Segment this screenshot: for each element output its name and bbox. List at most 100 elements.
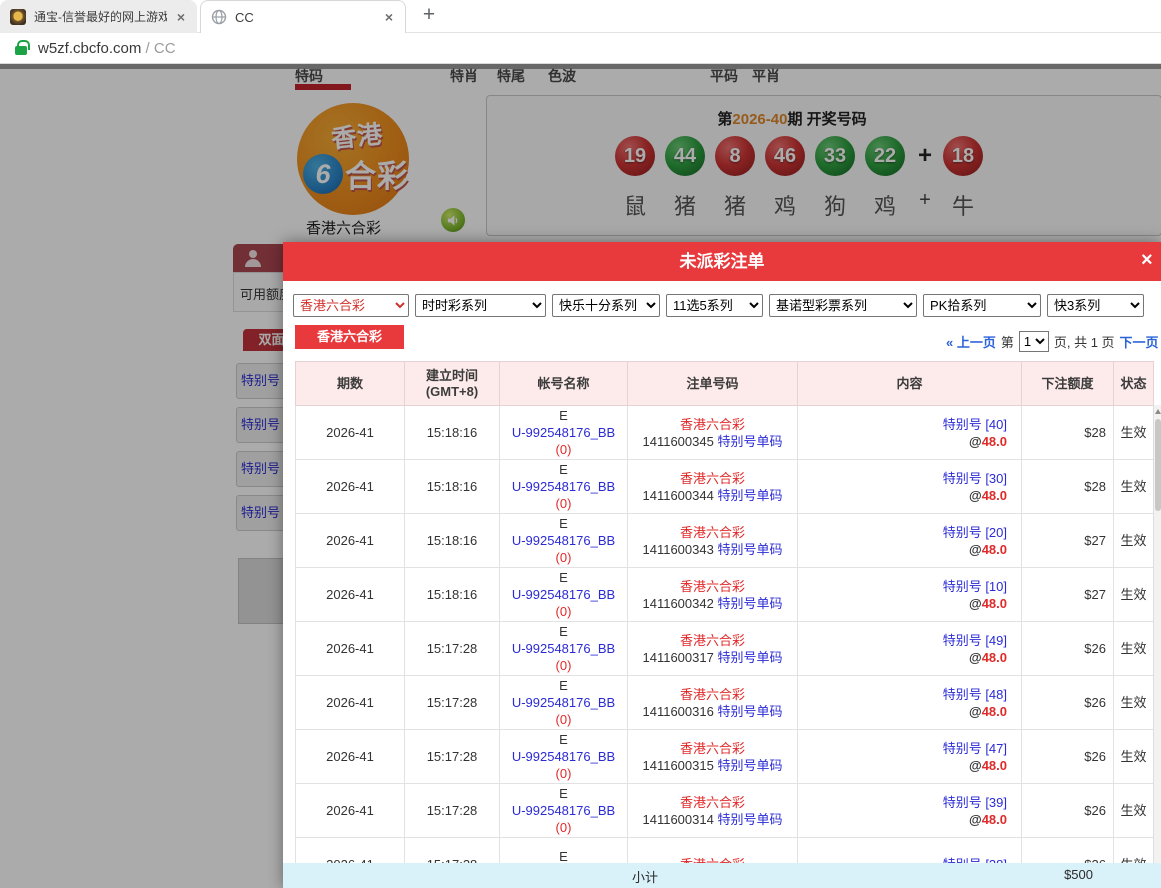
- account-prefix: E: [500, 848, 627, 865]
- table-header-row: 期数 建立时间 (GMT+8) 帐号名称 注单号码 内容 下注额度 状态: [296, 362, 1154, 406]
- account-link[interactable]: U-992548176_BB: [512, 749, 615, 764]
- unsettled-bets-modal: 未派彩注单 × 香港六合彩 时时彩系列 快乐十分系列 11选5系列 基诺型彩票系…: [283, 242, 1161, 888]
- cell-period: 2026-41: [296, 406, 405, 460]
- cell-time: 15:18:16: [405, 406, 500, 460]
- account-link[interactable]: U-992548176_BB: [512, 803, 615, 818]
- cell-period: 2026-41: [296, 460, 405, 514]
- odds-value: 48.0: [982, 704, 1007, 719]
- cell-status: 生效: [1114, 460, 1154, 514]
- cell-period: 2026-41: [296, 568, 405, 622]
- header-ticket: 注单号码: [628, 362, 798, 406]
- cell-status: 生效: [1114, 730, 1154, 784]
- modal-header: 未派彩注单 ×: [283, 242, 1161, 281]
- odds-at: @: [969, 542, 982, 557]
- account-prefix: E: [500, 785, 627, 802]
- table-scrollbar[interactable]: [1153, 405, 1161, 863]
- bet-detail-link[interactable]: 特别号 [10]: [943, 579, 1007, 594]
- bet-detail-link[interactable]: 特别号 [40]: [943, 417, 1007, 432]
- cell-status: 生效: [1114, 784, 1154, 838]
- odds-value: 48.0: [982, 812, 1007, 827]
- close-icon[interactable]: ×: [1141, 249, 1153, 272]
- ticket-number: 1411600314: [643, 812, 714, 827]
- cell-status: 生效: [1114, 514, 1154, 568]
- cell-amount: $26: [1022, 784, 1114, 838]
- scrollbar-thumb[interactable]: [1155, 419, 1161, 511]
- game-name: 香港六合彩: [628, 470, 797, 487]
- cell-account: E U-992548176_BB (0): [500, 460, 628, 514]
- bet-detail-link[interactable]: 特别号 [30]: [943, 471, 1007, 486]
- tab-close-icon[interactable]: ×: [383, 9, 395, 25]
- header-time: 建立时间 (GMT+8): [405, 362, 500, 406]
- account-prefix: E: [500, 461, 627, 478]
- account-link[interactable]: U-992548176_BB: [512, 533, 615, 548]
- game-name: 香港六合彩: [628, 632, 797, 649]
- odds-value: 48.0: [982, 434, 1007, 449]
- pagination: « 上一页 第 1 页, 共 1 页 下一页: [946, 331, 1159, 352]
- bet-detail-link[interactable]: 特别号 [20]: [943, 525, 1007, 540]
- game-series-select[interactable]: 快3系列: [1047, 294, 1144, 317]
- table-row: 2026-41 15:17:28 E U-992548176_BB (0) 香港…: [296, 784, 1154, 838]
- cell-ticket: 香港六合彩 1411600315 特别号单码: [628, 730, 798, 784]
- cell-ticket: 香港六合彩 1411600344 特别号单码: [628, 460, 798, 514]
- ticket-number: 1411600317: [643, 650, 714, 665]
- scrollbar-up-arrow-icon[interactable]: [1155, 409, 1161, 414]
- account-count: (0): [500, 657, 627, 674]
- table-row: 2026-41 15:18:16 E U-992548176_BB (0) 香港…: [296, 460, 1154, 514]
- ticket-type-link[interactable]: 特别号单码: [717, 488, 782, 503]
- game-name: 香港六合彩: [628, 686, 797, 703]
- ticket-number: 1411600316: [643, 704, 714, 719]
- address-bar[interactable]: w5zf.cbcfo.com / CC: [0, 34, 1161, 64]
- game-series-select[interactable]: 基诺型彩票系列: [769, 294, 917, 317]
- account-link[interactable]: U-992548176_BB: [512, 425, 615, 440]
- account-link[interactable]: U-992548176_BB: [512, 479, 615, 494]
- page-select[interactable]: 1: [1019, 331, 1049, 352]
- subtotal-amount: $500: [1007, 867, 1093, 882]
- ticket-type-link[interactable]: 特别号单码: [717, 434, 782, 449]
- ticket-type-link[interactable]: 特别号单码: [717, 758, 782, 773]
- account-count: (0): [500, 765, 627, 782]
- page-label-pre: 第: [1001, 332, 1014, 351]
- game-name: 香港六合彩: [628, 740, 797, 757]
- cell-content: 特别号 [39] @48.0: [798, 784, 1022, 838]
- bet-detail-link[interactable]: 特别号 [48]: [943, 687, 1007, 702]
- page-label-post: 页, 共 1 页: [1054, 332, 1115, 351]
- cell-content: 特别号 [49] @48.0: [798, 622, 1022, 676]
- tab-close-icon[interactable]: ×: [175, 9, 187, 25]
- table-row: 2026-41 15:17:28 E U-992548176_BB (0) 香港…: [296, 622, 1154, 676]
- tab-title: 通宝-信誉最好的网上游戏平: [34, 8, 167, 25]
- game-series-select[interactable]: 时时彩系列: [415, 294, 546, 317]
- unsettled-bets-table: 期数 建立时间 (GMT+8) 帐号名称 注单号码 内容 下注额度 状态 202…: [295, 361, 1154, 888]
- odds-value: 48.0: [982, 488, 1007, 503]
- cell-time: 15:18:16: [405, 460, 500, 514]
- game-series-select[interactable]: PK拾系列: [923, 294, 1041, 317]
- bet-detail-link[interactable]: 特别号 [49]: [943, 633, 1007, 648]
- account-prefix: E: [500, 569, 627, 586]
- game-series-select[interactable]: 香港六合彩: [293, 294, 409, 317]
- cell-time: 15:17:28: [405, 784, 500, 838]
- odds-at: @: [969, 488, 982, 503]
- cell-amount: $28: [1022, 460, 1114, 514]
- browser-tab-cc[interactable]: CC ×: [200, 0, 406, 33]
- prev-page-link[interactable]: « 上一页: [946, 332, 996, 351]
- game-series-select[interactable]: 快乐十分系列: [552, 294, 660, 317]
- browser-tab-tongbao[interactable]: 通宝-信誉最好的网上游戏平 ×: [0, 0, 197, 33]
- active-game-button[interactable]: 香港六合彩: [295, 325, 404, 349]
- ticket-type-link[interactable]: 特别号单码: [717, 650, 782, 665]
- account-prefix: E: [500, 731, 627, 748]
- bet-detail-link[interactable]: 特别号 [39]: [943, 795, 1007, 810]
- ticket-type-link[interactable]: 特别号单码: [717, 812, 782, 827]
- account-prefix: E: [500, 515, 627, 532]
- ticket-type-link[interactable]: 特别号单码: [717, 542, 782, 557]
- ticket-type-link[interactable]: 特别号单码: [717, 704, 782, 719]
- account-link[interactable]: U-992548176_BB: [512, 695, 615, 710]
- header-time-line2: (GMT+8): [405, 384, 499, 400]
- bet-detail-link[interactable]: 特别号 [47]: [943, 741, 1007, 756]
- cell-account: E U-992548176_BB (0): [500, 568, 628, 622]
- cell-status: 生效: [1114, 676, 1154, 730]
- game-series-select[interactable]: 11选5系列: [666, 294, 763, 317]
- ticket-type-link[interactable]: 特别号单码: [717, 596, 782, 611]
- account-link[interactable]: U-992548176_BB: [512, 641, 615, 656]
- next-page-link[interactable]: 下一页: [1120, 332, 1159, 351]
- account-link[interactable]: U-992548176_BB: [512, 587, 615, 602]
- new-tab-button[interactable]: +: [416, 3, 442, 29]
